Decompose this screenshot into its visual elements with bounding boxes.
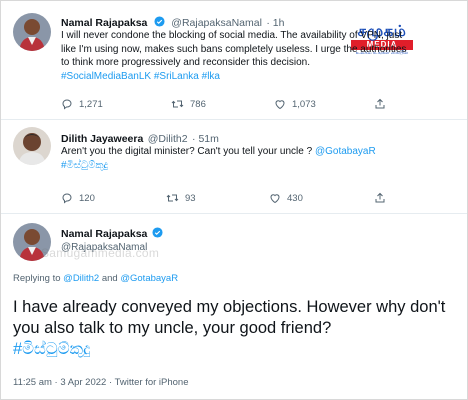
retweet-count: 786 [190,98,206,110]
like-icon [275,100,285,110]
author-handle[interactable]: @Dilith2 [148,133,188,145]
tweet1-text: I will never condone the blocking of soc… [61,29,411,83]
like-button[interactable]: 430 [269,192,303,204]
author-name[interactable]: Dilith Jayaweera [61,133,143,145]
reply-mention-gotabaya[interactable]: @GotabayaR [120,273,178,284]
avatar-namal[interactable] [13,13,51,51]
verified-badge-icon [152,227,163,238]
author-name[interactable]: Namal Rajapaksa [61,17,147,29]
retweet-icon [171,100,184,108]
share-icon [375,98,385,109]
reply-count: 1,271 [79,98,103,110]
tweet-body: I will never condone the blocking of soc… [61,30,407,68]
tweet3-author: Namal Rajapaksa [61,227,165,240]
replying-prefix: Replying to [13,273,61,284]
replying-and: and [101,273,118,284]
divider [1,213,467,214]
reply-count: 120 [79,192,95,204]
share-button[interactable] [374,192,392,204]
mention-gotabaya[interactable]: @GotabayaR [315,146,376,157]
tweet-thread-screenshot: சமுகம் MEDIA உலகம் உங்கள் கையில் Namal R… [0,0,468,400]
hashtag[interactable]: #මිස්ටුම්කුදු [13,340,90,358]
avatar-dilith[interactable] [13,127,51,165]
hashtag[interactable]: #මිස්ටුම්කුදු [61,160,108,171]
retweet-icon [166,194,179,202]
tweet2-text: Aren't you the digital minister? Can't y… [61,145,451,173]
author-handle[interactable]: @RajapaksaNamal [171,17,262,29]
verified-badge-icon [154,16,165,27]
retweet-count: 93 [185,192,196,204]
replying-to: Replying to @Dilith2 and @GotabayaR [13,273,178,284]
reply-icon [62,99,72,110]
site-watermark: Samugammedia.com [41,246,160,260]
like-icon [270,194,280,204]
like-count: 1,073 [292,98,316,110]
retweet-button[interactable]: 786 [171,98,206,110]
like-button[interactable]: 1,073 [274,98,316,110]
tweet-meta[interactable]: 11:25 am · 3 Apr 2022 · Twitter for iPho… [13,377,189,388]
reply-button[interactable]: 1,271 [61,98,103,110]
retweet-button[interactable]: 93 [166,192,196,204]
reply-button[interactable]: 120 [61,192,95,204]
share-button[interactable] [374,98,392,110]
author-name[interactable]: Namal Rajapaksa [61,228,147,240]
reply-icon [62,193,72,204]
tweet-time[interactable]: · 51m [192,133,219,145]
tweet-time[interactable]: · 1h [266,17,284,29]
hashtags[interactable]: #SocialMediaBanLK #SriLanka #lka [61,71,220,82]
share-icon [375,192,385,203]
like-count: 430 [287,192,303,204]
divider [1,119,467,120]
tweet3-text: I have already conveyed my objections. H… [13,297,453,360]
reply-mention-dilith[interactable]: @Dilith2 [63,273,99,284]
tweet-body: I have already conveyed my objections. H… [13,298,446,337]
tweet-body: Aren't you the digital minister? Can't y… [61,146,313,157]
